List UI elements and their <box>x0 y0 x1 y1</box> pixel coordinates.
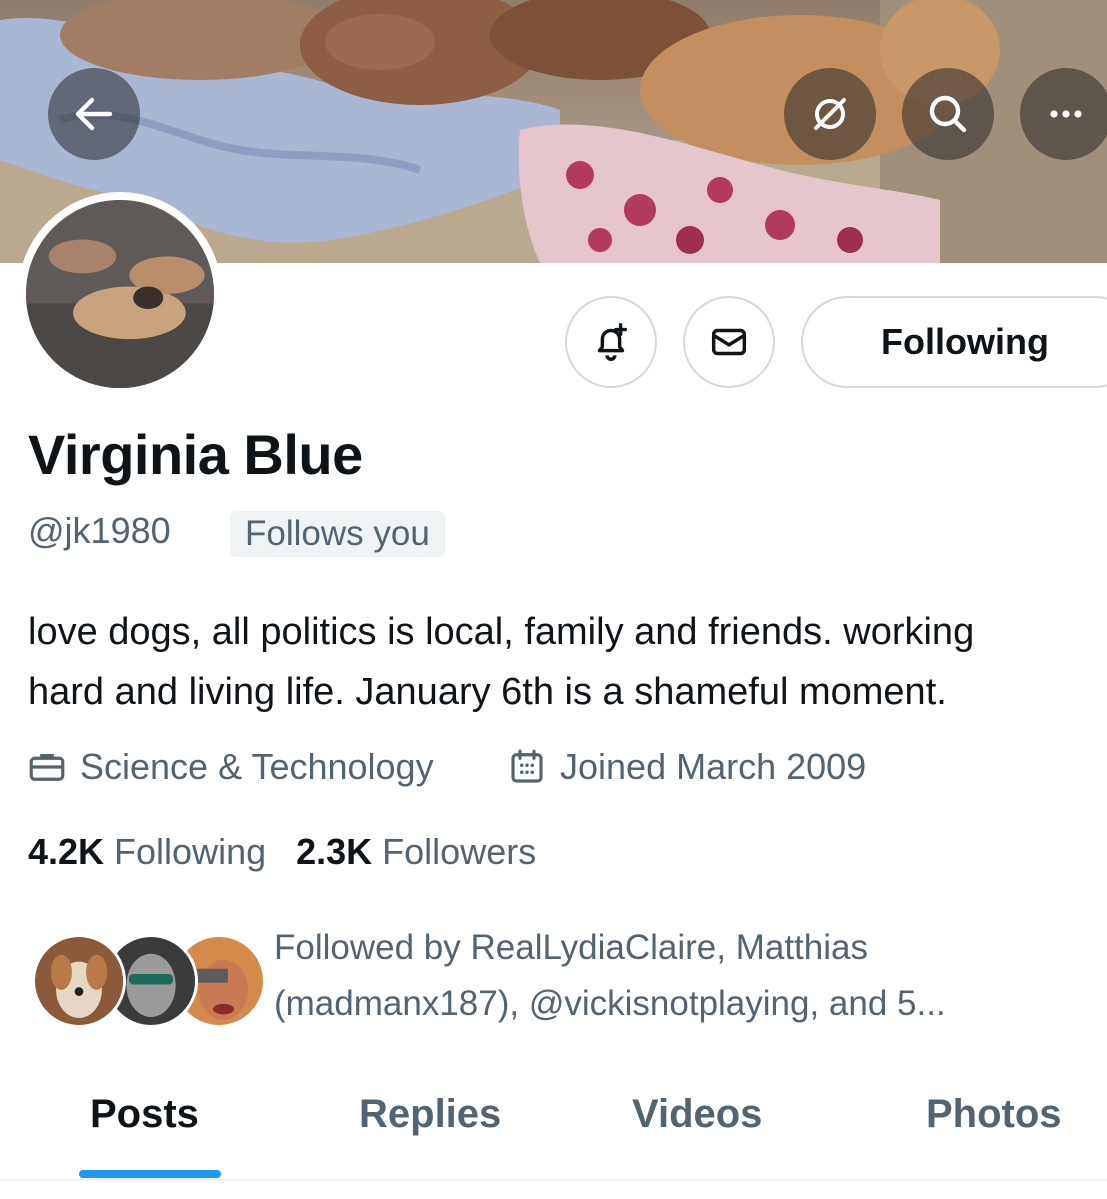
translate-button[interactable] <box>784 68 876 160</box>
followers-label: Followers <box>382 831 537 872</box>
bell-plus-icon <box>597 323 628 361</box>
envelope-icon <box>711 328 747 356</box>
category-label: Science & Technology <box>80 746 434 787</box>
profile-join-date: Joined March 2009 <box>506 746 866 788</box>
following-count-link[interactable]: 4.2K Following <box>28 831 266 873</box>
search-icon <box>929 95 967 133</box>
tab-posts[interactable]: Posts <box>90 1092 199 1137</box>
avatar-photo <box>26 200 214 388</box>
profile-tabs: Posts Replies Videos Photos <box>0 1082 1107 1199</box>
mutual-followers-avatars[interactable] <box>32 934 266 1028</box>
followers-count: 2.3K <box>296 831 373 872</box>
followed-by-text[interactable]: Followed by RealLydiaClaire, Matthias (m… <box>274 920 1074 1032</box>
arrow-left-icon <box>75 97 113 131</box>
tab-photos[interactable]: Photos <box>926 1092 1062 1137</box>
translate-icon <box>814 98 846 130</box>
followers-count-link[interactable]: 2.3K Followers <box>296 831 536 873</box>
active-tab-indicator <box>79 1170 221 1178</box>
display-name: Virginia Blue <box>28 423 363 486</box>
calendar-icon <box>511 749 543 783</box>
tab-videos[interactable]: Videos <box>632 1092 762 1137</box>
search-button[interactable] <box>902 68 994 160</box>
tab-replies[interactable]: Replies <box>359 1092 501 1137</box>
mutual-avatar <box>32 934 126 1028</box>
message-button[interactable] <box>683 296 775 388</box>
following-button[interactable]: Following <box>801 296 1107 388</box>
follow-stats: 4.2K Following 2.3K Followers <box>28 831 536 873</box>
briefcase-icon <box>29 754 65 781</box>
profile-avatar[interactable] <box>18 192 222 396</box>
more-horizontal-icon <box>1050 110 1082 118</box>
user-handle: @jk1980 <box>28 510 171 551</box>
follows-you-badge: Follows you <box>230 511 445 557</box>
back-button[interactable] <box>48 68 140 160</box>
joined-label: Joined March 2009 <box>560 746 867 787</box>
following-label: Following <box>114 831 267 872</box>
following-count: 4.2K <box>28 831 105 872</box>
tabs-divider <box>0 1179 1107 1181</box>
notifications-button[interactable] <box>565 296 657 388</box>
more-options-button[interactable] <box>1020 68 1107 160</box>
profile-bio: love dogs, all politics is local, family… <box>28 611 975 713</box>
profile-category: Science & Technology <box>26 746 434 788</box>
